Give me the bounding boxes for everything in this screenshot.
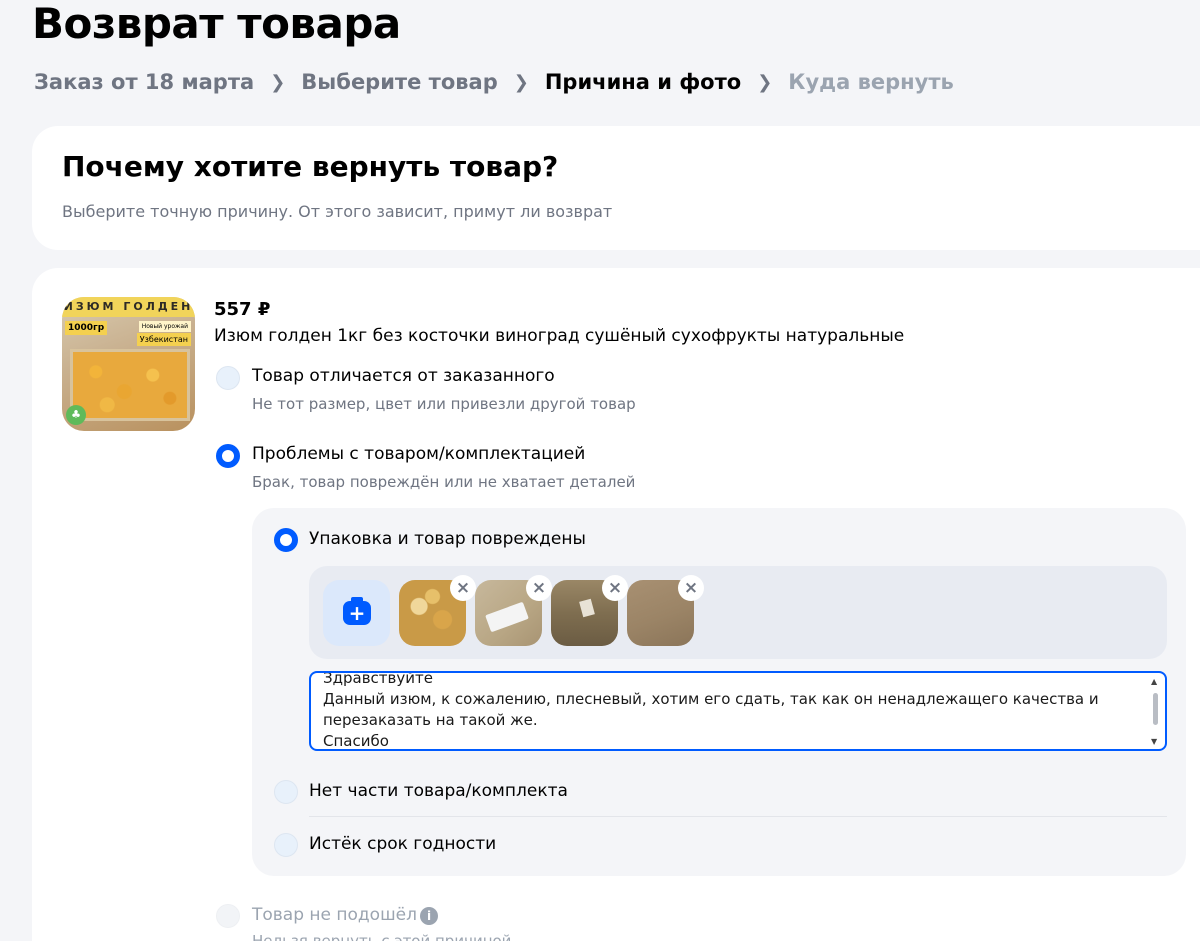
product-image-weight: 1000гр <box>65 321 108 335</box>
breadcrumb-step-choose-item[interactable]: Выберите товар <box>301 70 497 94</box>
reason-radio-not-suitable <box>216 904 240 928</box>
photo-thumbnail[interactable]: × <box>475 575 552 646</box>
question-title: Почему хотите вернуть товар? <box>62 150 559 183</box>
remove-photo-button[interactable]: × <box>602 575 628 601</box>
add-photo-button[interactable]: + <box>323 580 390 646</box>
reason-label-different-item[interactable]: Товар отличается от заказанного <box>252 366 555 386</box>
reason-hint-product-problem: Брак, товар повреждён или не хватает дет… <box>252 473 636 491</box>
comment-scrollbar[interactable]: ▲ ▼ <box>1151 677 1161 746</box>
comment-line: перезаказать на такой же. <box>323 711 538 729</box>
raisins-box-graphic <box>70 349 190 421</box>
breadcrumb-step-reason: Причина и фото <box>544 70 742 94</box>
photo-thumbnail[interactable]: × <box>627 575 704 646</box>
reason-hint-different-item: Не тот размер, цвет или привезли другой … <box>252 395 636 413</box>
info-icon[interactable]: i <box>420 907 438 925</box>
reason-radio-different-item[interactable] <box>216 366 240 390</box>
breadcrumb-step-order[interactable]: Заказ от 18 марта <box>34 70 254 94</box>
remove-photo-button[interactable]: × <box>526 575 552 601</box>
photo-strip: + × × × × <box>309 566 1167 659</box>
sub-reason-radio-expired[interactable] <box>274 833 298 857</box>
product-image-banner: ИЗЮМ ГОЛДЕН <box>62 297 195 317</box>
comment-line: Здравствуйте <box>323 671 433 687</box>
question-subtitle: Выберите точную причину. От этого зависи… <box>62 202 613 221</box>
page-title: Возврат товара <box>32 0 401 48</box>
product-image-harvest: Новый урожай <box>138 321 191 332</box>
chevron-right-icon: ❯ <box>270 71 286 93</box>
breadcrumb-step-return-place: Куда вернуть <box>788 70 954 94</box>
reason-radio-product-problem[interactable] <box>216 444 240 468</box>
remove-photo-button[interactable]: × <box>678 575 704 601</box>
reason-hint-not-suitable: Нельзя вернуть с этой причиной <box>252 932 512 941</box>
photo-thumbnail[interactable]: × <box>399 575 476 646</box>
comment-line: Спасибо <box>323 732 389 750</box>
comment-line: Данный изюм, к сожалению, плесневый, хот… <box>323 690 1099 708</box>
product-image-country: Узбекистан <box>136 333 191 346</box>
chevron-right-icon: ❯ <box>757 71 773 93</box>
return-reason-card: ИЗЮМ ГОЛДЕН 1000гр Новый урожай Узбекист… <box>32 268 1200 941</box>
leaf-icon: ♣ <box>66 405 86 425</box>
sub-reason-panel: Упаковка и товар повреждены + × × × × Зд… <box>252 508 1186 876</box>
scroll-up-icon[interactable]: ▲ <box>1151 677 1157 686</box>
comment-textarea[interactable]: Здравствуйте Данный изюм, к сожалению, п… <box>309 671 1167 751</box>
reason-label-not-suitable: Товар не подошёл <box>252 905 417 925</box>
product-price: 557 ₽ <box>214 299 271 320</box>
sub-reason-radio-missing-part[interactable] <box>274 780 298 804</box>
breadcrumb: Заказ от 18 марта ❯ Выберите товар ❯ При… <box>34 70 954 94</box>
divider <box>309 816 1167 817</box>
scroll-down-icon[interactable]: ▼ <box>1151 737 1157 746</box>
question-card: Почему хотите вернуть товар? Выберите то… <box>32 126 1200 250</box>
sub-reason-label-missing-part[interactable]: Нет части товара/комплекта <box>309 781 568 801</box>
chevron-right-icon: ❯ <box>513 71 529 93</box>
product-image: ИЗЮМ ГОЛДЕН 1000гр Новый урожай Узбекист… <box>62 297 195 431</box>
sub-reason-label-damaged[interactable]: Упаковка и товар повреждены <box>309 529 586 549</box>
sub-reason-label-expired[interactable]: Истёк срок годности <box>309 834 496 854</box>
scrollbar-thumb[interactable] <box>1153 693 1158 725</box>
sub-reason-radio-damaged[interactable] <box>274 528 298 552</box>
product-name: Изюм голден 1кг без косточки виноград су… <box>214 326 905 346</box>
photo-thumbnail[interactable]: × <box>551 575 628 646</box>
remove-photo-button[interactable]: × <box>450 575 476 601</box>
reason-label-product-problem[interactable]: Проблемы с товаром/комплектацией <box>252 444 585 464</box>
camera-plus-icon: + <box>343 597 371 625</box>
